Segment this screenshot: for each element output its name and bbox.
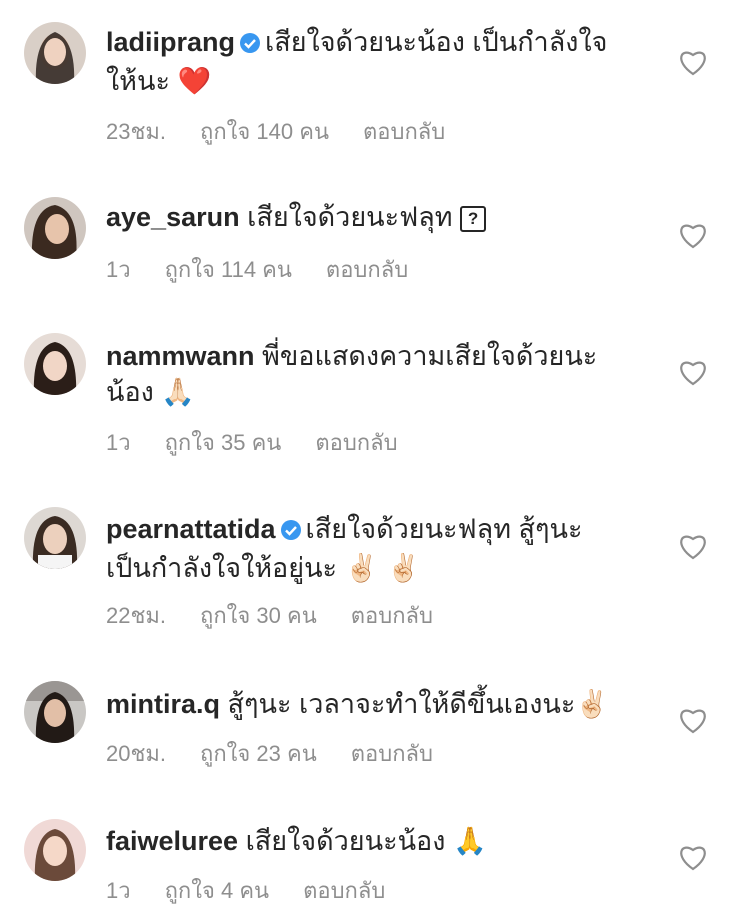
likes-count[interactable]: ถูกใจ 23 คน — [200, 741, 317, 766]
comment-time: 1ว — [106, 257, 131, 282]
username[interactable]: mintira.q — [106, 689, 220, 719]
username[interactable]: aye_sarun — [106, 202, 240, 232]
likes-count[interactable]: ถูกใจ 4 คน — [165, 878, 270, 903]
avatar[interactable] — [24, 22, 86, 84]
like-heart-icon[interactable] — [678, 532, 708, 560]
victory-hand-emoji: ✌🏻 ✌🏻 — [344, 553, 421, 584]
like-heart-icon[interactable] — [678, 358, 708, 386]
username[interactable]: faiweluree — [106, 826, 238, 856]
victory-hand-emoji: ✌🏻 — [575, 689, 609, 720]
comment-body: mintira.q สู้ๆนะ เวลาจะทำให้ดีขึ้นเองนะ✌… — [106, 686, 626, 723]
comment-meta: 1ว ถูกใจ 114 คน ตอบกลับ — [106, 252, 442, 287]
comment-body: ladiiprang เสียใจด้วยนะน้อง เป็นกำลังใจให… — [106, 24, 626, 100]
comment-time: 22ชม. — [106, 603, 167, 628]
comment-time: 20ชม. — [106, 741, 167, 766]
avatar[interactable] — [24, 681, 86, 743]
comment-meta: 1ว ถูกใจ 35 คน ตอบกลับ — [106, 425, 432, 460]
comment-body: pearnattatida เสียใจด้วยนะฟลุท สู้ๆนะ เป็… — [106, 511, 626, 587]
comment-time: 23ชม. — [106, 119, 167, 144]
reply-button[interactable]: ตอบกลับ — [315, 430, 397, 455]
heart-emoji: ❤️ — [177, 66, 212, 97]
comment-time: 1ว — [106, 430, 131, 455]
comment-body: nammwann พี่ขอแสดงความเสียใจด้วยนะน้อง 🙏… — [106, 338, 626, 411]
unsupported-emoji-box: ? — [460, 206, 487, 232]
avatar[interactable] — [24, 507, 86, 569]
comment-meta: 23ชม. ถูกใจ 140 คน ตอบกลับ — [106, 114, 479, 149]
comment-text: เสียใจด้วยนะฟลุท — [247, 202, 453, 232]
verified-badge-icon — [239, 27, 261, 63]
comment-meta: 1ว ถูกใจ 4 คน ตอบกลับ — [106, 873, 419, 908]
like-heart-icon[interactable] — [678, 221, 708, 249]
likes-count[interactable]: ถูกใจ 35 คน — [165, 430, 282, 455]
verified-badge-icon — [280, 514, 302, 550]
pray-emoji: 🙏 — [452, 826, 487, 857]
likes-count[interactable]: ถูกใจ 114 คน — [165, 257, 292, 282]
reply-button[interactable]: ตอบกลับ — [351, 741, 433, 766]
reply-button[interactable]: ตอบกลับ — [303, 878, 385, 903]
likes-count[interactable]: ถูกใจ 140 คน — [200, 119, 329, 144]
username[interactable]: pearnattatida — [106, 514, 276, 544]
like-heart-icon[interactable] — [678, 48, 708, 76]
username[interactable]: nammwann — [106, 341, 255, 371]
comment-body: faiweluree เสียใจด้วยนะน้อง 🙏 — [106, 823, 626, 860]
avatar[interactable] — [24, 197, 86, 259]
reply-button[interactable]: ตอบกลับ — [326, 257, 408, 282]
username[interactable]: ladiiprang — [106, 27, 235, 57]
comment-meta: 22ชม. ถูกใจ 30 คน ตอบกลับ — [106, 598, 467, 633]
reply-button[interactable]: ตอบกลับ — [351, 603, 433, 628]
comment-text: เสียใจด้วยนะน้อง — [245, 826, 446, 856]
avatar[interactable] — [24, 819, 86, 881]
like-heart-icon[interactable] — [678, 706, 708, 734]
avatar[interactable] — [24, 333, 86, 395]
comment-text: สู้ๆนะ เวลาจะทำให้ดีขึ้นเองนะ — [227, 689, 576, 719]
pray-emoji: 🙏🏻 — [161, 377, 195, 408]
comment-meta: 20ชม. ถูกใจ 23 คน ตอบกลับ — [106, 736, 467, 771]
reply-button[interactable]: ตอบกลับ — [363, 119, 445, 144]
likes-count[interactable]: ถูกใจ 30 คน — [200, 603, 317, 628]
like-heart-icon[interactable] — [678, 843, 708, 871]
comment-time: 1ว — [106, 878, 131, 903]
comment-body: aye_sarun เสียใจด้วยนะฟลุท ? — [106, 199, 626, 235]
